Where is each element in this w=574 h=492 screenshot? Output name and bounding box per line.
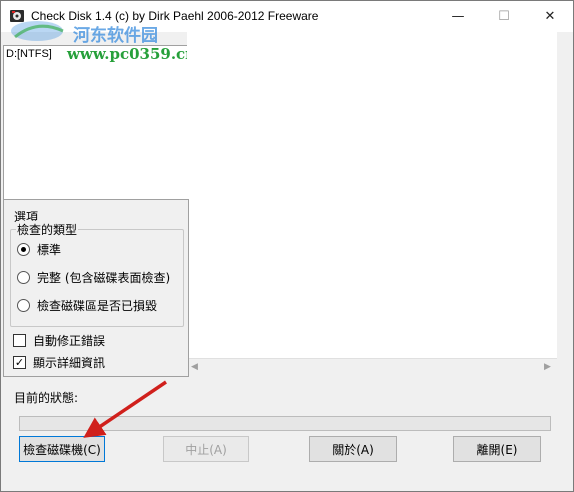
radio-check-dirty[interactable]: 檢查磁碟區是否已損毀 (17, 297, 157, 314)
status-label: 目前的狀態: (14, 391, 79, 405)
minimize-button[interactable]: — (435, 1, 481, 32)
about-button[interactable]: 關於(A) (309, 436, 397, 462)
minimize-icon: — (451, 9, 465, 24)
progress-bar (19, 416, 551, 431)
vertical-scrollbar[interactable] (557, 32, 573, 358)
main-window: Check Disk 1.4 (c) by Dirk Paehl 2006-20… (0, 0, 574, 492)
close-icon: ✕ (544, 9, 556, 24)
options-panel: 選項 檢查的類型 標準 完整 (包含磁碟表面檢查) 檢查磁碟區是否已損毀 自動修… (3, 199, 189, 377)
maximize-icon: ☐ (498, 9, 510, 24)
check-type-label: 檢查的類型 (16, 221, 79, 238)
watermark-url: www.pc0359.cn (67, 45, 197, 63)
radio-full[interactable]: 完整 (包含磁碟表面檢查) (17, 269, 170, 286)
radio-check-dirty-label: 檢查磁碟區是否已損毀 (37, 299, 158, 313)
checkbox-verbose-label: 顯示詳細資訊 (33, 356, 106, 370)
checkbox-auto-fix-label: 自動修正錯誤 (33, 334, 106, 348)
maximize-button[interactable]: ☐ (481, 1, 527, 32)
checkbox-box[interactable]: ✓ (13, 356, 26, 369)
radio-circle[interactable] (17, 271, 30, 284)
check-disk-button[interactable]: 檢查磁碟機(C) (19, 436, 105, 462)
drive-list[interactable]: D:[NTFS] (3, 45, 188, 200)
exit-button[interactable]: 離開(E) (453, 436, 541, 462)
checkbox-auto-fix[interactable]: 自動修正錯誤 (13, 332, 105, 349)
radio-circle[interactable] (17, 299, 30, 312)
radio-standard-label: 標準 (37, 243, 62, 257)
radio-full-label: 完整 (包含磁碟表面檢查) (37, 271, 171, 285)
log-output-pane[interactable] (187, 32, 557, 358)
scroll-left-icon[interactable]: ◀ (191, 362, 198, 372)
scroll-right-icon[interactable]: ▶ (544, 362, 551, 372)
radio-circle[interactable] (17, 243, 30, 256)
abort-button[interactable]: 中止(A) (163, 436, 249, 462)
watermark-text: 河东软件园 (73, 26, 158, 46)
checkbox-verbose[interactable]: ✓ 顯示詳細資訊 (13, 354, 105, 371)
checkbox-box[interactable] (13, 334, 26, 347)
radio-standard[interactable]: 標準 (17, 241, 61, 258)
check-type-group: 檢查的類型 標準 完整 (包含磁碟表面檢查) 檢查磁碟區是否已損毀 (10, 221, 184, 327)
horizontal-scrollbar[interactable]: ◀ ▶ (187, 358, 557, 376)
close-button[interactable]: ✕ (527, 1, 573, 32)
